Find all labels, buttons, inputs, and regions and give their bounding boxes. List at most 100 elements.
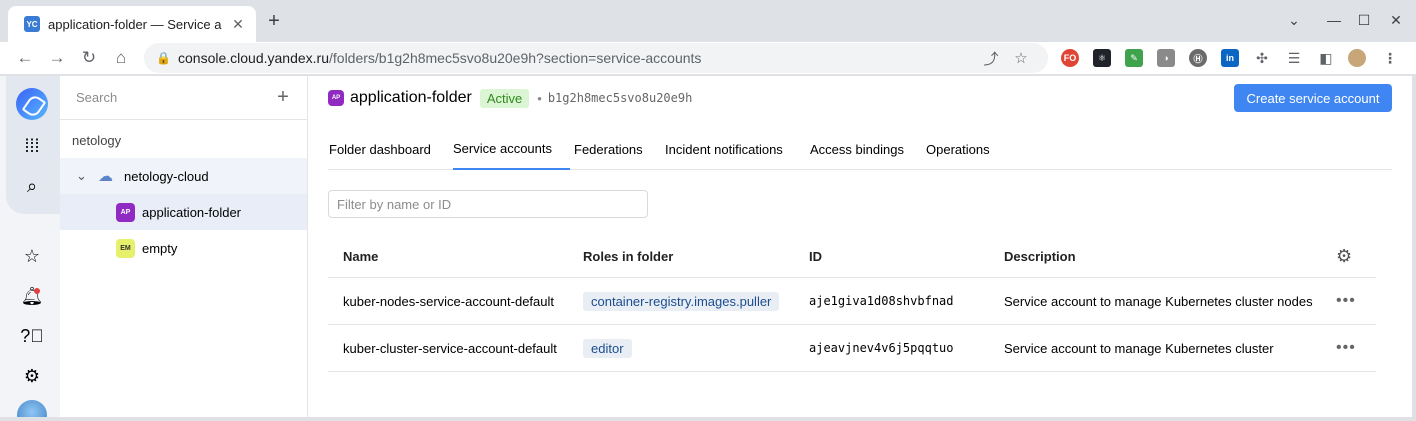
- service-accounts-table: Name Roles in folder ID Description ⚙ ku…: [328, 236, 1376, 372]
- favorites-star-icon[interactable]: ☆: [18, 242, 46, 270]
- tree-item-label: empty: [142, 240, 178, 256]
- window-border-right: [1412, 76, 1416, 421]
- tree-item-label: netology-cloud: [124, 168, 209, 184]
- profile-avatar[interactable]: [1348, 49, 1366, 67]
- add-icon[interactable]: +: [273, 86, 293, 109]
- lock-icon: 🔒: [156, 51, 171, 65]
- notifications-bell-icon[interactable]: 🔔︎: [18, 282, 46, 310]
- green-extension-icon[interactable]: ✎: [1125, 49, 1143, 67]
- main-area: AP application-folder Active • b1g2h8mec…: [308, 76, 1412, 417]
- tab-operations[interactable]: Operations: [926, 128, 990, 170]
- browser-window: YC application-folder — Service a ✕ + ⌄ …: [0, 0, 1416, 421]
- tree-search-placeholder: Search: [76, 90, 118, 105]
- filter-input[interactable]: [328, 190, 648, 218]
- tree-item-netology-cloud[interactable]: ⌄ ☁︎ netology-cloud: [60, 158, 307, 194]
- yandex-cloud-logo-icon[interactable]: [16, 88, 48, 120]
- side-panel-icon[interactable]: ◧: [1317, 49, 1335, 67]
- cloud-group-label: netology: [60, 122, 307, 158]
- tree-item-label: application-folder: [142, 204, 242, 220]
- home-icon[interactable]: ⌂: [108, 45, 134, 71]
- url-path: /folders/b1g2h8mec5svo8u20e9h?section=se…: [329, 50, 702, 66]
- tab-strip: YC application-folder — Service a ✕ + ⌄ …: [0, 0, 1416, 42]
- yandex-cloud-favicon-icon: YC: [24, 16, 40, 32]
- reload-icon[interactable]: ↻: [76, 45, 102, 71]
- page-title: application-folder: [350, 89, 472, 106]
- tab-federations[interactable]: Federations: [574, 128, 643, 170]
- browser-menu-icon[interactable]: ⋮: [1381, 49, 1399, 67]
- table-row[interactable]: kuber-cluster-service-account-default ed…: [328, 325, 1376, 372]
- resource-tree-panel: Search + netology ⌄ ☁︎ netology-cloud AP…: [60, 76, 308, 417]
- table-header-row: Name Roles in folder ID Description ⚙: [328, 236, 1376, 278]
- account-description: Service account to manage Kubernetes clu…: [1004, 293, 1313, 309]
- account-name[interactable]: kuber-cluster-service-account-default: [343, 325, 557, 371]
- share-icon[interactable]: ⤴: [976, 48, 1006, 69]
- settings-gear-icon[interactable]: ⚙: [18, 362, 46, 390]
- window-border-bottom: [0, 417, 1416, 421]
- address-bar[interactable]: 🔒 console.cloud.yandex.ru/folders/b1g2h8…: [144, 43, 1048, 73]
- account-id: aje1giva1d08shvbfnad: [809, 294, 954, 308]
- back-arrow-icon[interactable]: ←: [12, 45, 38, 71]
- row-actions-menu-icon[interactable]: •••: [1336, 278, 1356, 324]
- tree-item-application-folder[interactable]: AP application-folder: [60, 194, 307, 230]
- minimize-icon[interactable]: —: [1324, 10, 1344, 30]
- forward-arrow-icon[interactable]: →: [44, 45, 70, 71]
- fo-extension-label: FO: [1063, 53, 1077, 63]
- separator-dot: •: [537, 90, 542, 106]
- fo-extension-icon[interactable]: FO: [1061, 49, 1079, 67]
- maximize-icon[interactable]: ☐: [1354, 10, 1374, 30]
- folder-badge: AP: [328, 90, 344, 106]
- navigation-rail: ⁞⁞⁞ ⌕ ☆ 🔔︎ ?⃝ ⚙: [0, 76, 60, 421]
- browser-tab[interactable]: YC application-folder — Service a ✕: [8, 6, 256, 42]
- notification-dot: [34, 288, 40, 294]
- reading-list-icon[interactable]: ☰: [1285, 49, 1303, 67]
- bookmark-star-icon[interactable]: ☆: [1006, 49, 1036, 67]
- page-tabs: Folder dashboard Service accounts Federa…: [328, 128, 1392, 170]
- url-text: console.cloud.yandex.ru/folders/b1g2h8me…: [178, 50, 976, 66]
- account-id: ajeavjnev4v6j5pqqtuo: [809, 341, 954, 355]
- h-extension-label: Ⓗ: [1193, 53, 1203, 64]
- extensions-puzzle-icon[interactable]: ✣: [1253, 49, 1271, 67]
- tab-folder-dashboard[interactable]: Folder dashboard: [329, 128, 431, 170]
- url-host: console.cloud.yandex.ru: [178, 50, 329, 66]
- window-close-icon[interactable]: ✕: [1386, 10, 1406, 30]
- column-header-name[interactable]: Name: [343, 236, 378, 277]
- linkedin-icon[interactable]: in: [1221, 49, 1239, 67]
- row-actions-menu-icon[interactable]: •••: [1336, 325, 1356, 371]
- tab-access-bindings[interactable]: Access bindings: [810, 128, 904, 170]
- table-row[interactable]: kuber-nodes-service-account-default cont…: [328, 278, 1376, 325]
- tab-title: application-folder — Service a: [48, 16, 222, 32]
- react-devtools-icon[interactable]: ⚛: [1093, 49, 1111, 67]
- tree-search-bar[interactable]: Search +: [60, 76, 307, 120]
- help-icon[interactable]: ?⃝: [18, 322, 46, 350]
- account-name[interactable]: kuber-nodes-service-account-default: [343, 278, 554, 324]
- cloud-group-text: netology: [72, 132, 122, 148]
- create-service-account-button[interactable]: Create service account: [1234, 84, 1392, 112]
- column-header-description[interactable]: Description: [1004, 236, 1076, 277]
- folder-badge-ap: AP: [116, 202, 135, 222]
- search-icon[interactable]: ⌕: [18, 172, 46, 200]
- services-grid-icon[interactable]: ⁞⁞⁞: [18, 132, 46, 160]
- new-tab-button[interactable]: +: [262, 10, 286, 34]
- h-extension-icon[interactable]: Ⓗ: [1189, 49, 1207, 67]
- tab-search-chevron-icon[interactable]: ⌄: [1284, 10, 1304, 30]
- chevron-down-icon[interactable]: ⌄: [76, 168, 98, 184]
- android-extension-label: ◑: [1163, 53, 1169, 63]
- folder-header: AP application-folder Active • b1g2h8mec…: [328, 84, 692, 112]
- folder-badge-em: EM: [116, 238, 135, 258]
- tab-incident-notifications[interactable]: Incident notifications: [665, 128, 783, 170]
- linkedin-label: in: [1226, 53, 1234, 63]
- tab-service-accounts[interactable]: Service accounts: [453, 128, 570, 170]
- role-chip: editor: [583, 338, 632, 358]
- column-header-id[interactable]: ID: [809, 236, 822, 277]
- folder-id: b1g2h8mec5svo8u20e9h: [547, 91, 693, 105]
- account-description: Service account to manage Kubernetes clu…: [1004, 340, 1274, 356]
- table-settings-gear-icon[interactable]: ⚙: [1336, 236, 1352, 277]
- role-chip: container-registry.images.puller: [583, 291, 780, 311]
- cloud-icon: ☁︎: [98, 168, 113, 185]
- console-page: ⁞⁞⁞ ⌕ ☆ 🔔︎ ?⃝ ⚙ Search + netology ⌄ ☁︎ n…: [0, 76, 1412, 421]
- android-extension-icon[interactable]: ◑: [1157, 49, 1175, 67]
- column-header-roles[interactable]: Roles in folder: [583, 236, 673, 277]
- tree-item-empty[interactable]: EM empty: [60, 230, 307, 266]
- close-tab-icon[interactable]: ✕: [230, 16, 246, 33]
- react-devtools-label: ⚛: [1097, 52, 1107, 63]
